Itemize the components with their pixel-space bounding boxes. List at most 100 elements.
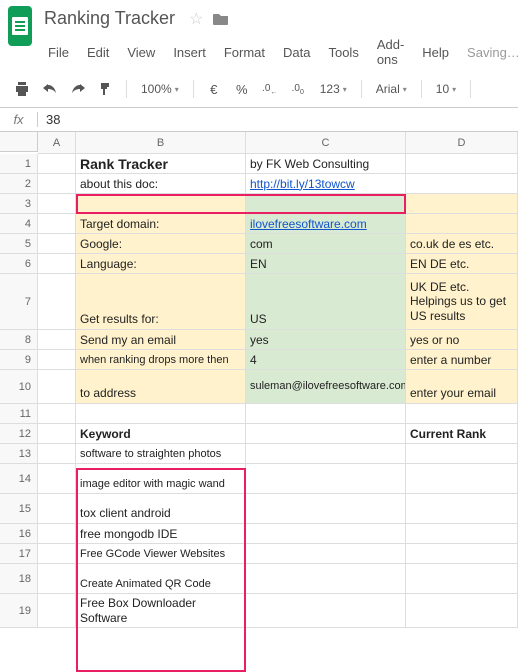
cell[interactable]: [246, 564, 406, 594]
cell[interactable]: [246, 544, 406, 564]
paint-format-icon[interactable]: [94, 77, 118, 101]
cell[interactable]: [406, 524, 518, 544]
cell[interactable]: [38, 330, 76, 350]
cell[interactable]: [406, 444, 518, 464]
cell[interactable]: enter your email: [406, 370, 518, 404]
col-header-A[interactable]: A: [38, 132, 76, 154]
print-icon[interactable]: [10, 77, 34, 101]
cell[interactable]: US: [246, 274, 406, 330]
increase-decimal-button[interactable]: .00: [286, 77, 310, 101]
cell[interactable]: Get results for:: [76, 274, 246, 330]
row-header[interactable]: 2: [0, 174, 38, 194]
cell[interactable]: [406, 564, 518, 594]
cell[interactable]: [406, 404, 518, 424]
cell[interactable]: [38, 404, 76, 424]
col-header-C[interactable]: C: [246, 132, 406, 154]
row-header[interactable]: 3: [0, 194, 38, 214]
cell[interactable]: [38, 370, 76, 404]
cell[interactable]: EN DE etc.: [406, 254, 518, 274]
formula-input[interactable]: 38: [38, 112, 518, 127]
number-format-dropdown[interactable]: 123▾: [314, 79, 353, 99]
cell[interactable]: free mongodb IDE: [76, 524, 246, 544]
cell[interactable]: [406, 464, 518, 494]
row-header[interactable]: 16: [0, 524, 38, 544]
cell[interactable]: [38, 464, 76, 494]
cell[interactable]: [38, 444, 76, 464]
cell[interactable]: [38, 494, 76, 524]
font-size-dropdown[interactable]: 10▾: [430, 79, 462, 99]
menu-addons[interactable]: Add-ons: [369, 33, 412, 71]
cell[interactable]: [406, 544, 518, 564]
cell[interactable]: Current Rank: [406, 424, 518, 444]
cell[interactable]: tox client android: [76, 494, 246, 524]
cell[interactable]: [246, 494, 406, 524]
cell[interactable]: [406, 194, 518, 214]
cell[interactable]: [38, 234, 76, 254]
row-header[interactable]: 11: [0, 404, 38, 424]
row-header[interactable]: 14: [0, 464, 38, 494]
redo-icon[interactable]: [66, 77, 90, 101]
cell[interactable]: Create Animated QR Code: [76, 564, 246, 594]
cell[interactable]: 4: [246, 350, 406, 370]
cell[interactable]: [38, 350, 76, 370]
cell[interactable]: [246, 194, 406, 214]
cell[interactable]: [246, 464, 406, 494]
cell-link[interactable]: http://bit.ly/13towcw: [246, 174, 406, 194]
cell[interactable]: [38, 564, 76, 594]
row-header[interactable]: 13: [0, 444, 38, 464]
menu-file[interactable]: File: [40, 41, 77, 64]
cell[interactable]: UK DE etc. Helpings us to get US results: [406, 274, 518, 330]
cell[interactable]: [38, 254, 76, 274]
cell[interactable]: Rank Tracker: [76, 154, 246, 174]
cell[interactable]: [246, 404, 406, 424]
row-header[interactable]: 1: [0, 154, 38, 174]
cell[interactable]: [406, 174, 518, 194]
menu-edit[interactable]: Edit: [79, 41, 117, 64]
cell[interactable]: [38, 544, 76, 564]
cell[interactable]: yes or no: [406, 330, 518, 350]
cell[interactable]: [38, 594, 76, 628]
row-header[interactable]: 7: [0, 274, 38, 330]
cell[interactable]: [406, 214, 518, 234]
cell[interactable]: [38, 174, 76, 194]
row-header[interactable]: 5: [0, 234, 38, 254]
cell[interactable]: by FK Web Consulting: [246, 154, 406, 174]
cell[interactable]: [76, 194, 246, 214]
col-header-B[interactable]: B: [76, 132, 246, 154]
cell[interactable]: software to straighten photos: [76, 444, 246, 464]
cell[interactable]: [406, 494, 518, 524]
cell[interactable]: to address: [76, 370, 246, 404]
cell[interactable]: [406, 594, 518, 628]
cell[interactable]: Send my an email: [76, 330, 246, 350]
cell[interactable]: suleman@ilovefreesoftware.com: [246, 370, 406, 404]
row-header[interactable]: 15: [0, 494, 38, 524]
cell-link[interactable]: ilovefreesoftware.com: [246, 214, 406, 234]
cell[interactable]: Free GCode Viewer Websites: [76, 544, 246, 564]
cell[interactable]: [38, 424, 76, 444]
cell[interactable]: Target domain:: [76, 214, 246, 234]
cell[interactable]: [38, 274, 76, 330]
menu-insert[interactable]: Insert: [165, 41, 214, 64]
select-all-corner[interactable]: [0, 132, 38, 152]
star-icon[interactable]: ☆: [189, 9, 203, 29]
zoom-dropdown[interactable]: 100%▾: [135, 79, 185, 99]
cell[interactable]: [76, 404, 246, 424]
menu-view[interactable]: View: [119, 41, 163, 64]
cell[interactable]: co.uk de es etc.: [406, 234, 518, 254]
percent-button[interactable]: %: [230, 77, 254, 101]
row-header[interactable]: 4: [0, 214, 38, 234]
cell[interactable]: [406, 154, 518, 174]
cell[interactable]: Language:: [76, 254, 246, 274]
cell[interactable]: image editor with magic wand: [76, 464, 246, 494]
row-header[interactable]: 17: [0, 544, 38, 564]
cell[interactable]: [38, 524, 76, 544]
row-header[interactable]: 19: [0, 594, 38, 628]
undo-icon[interactable]: [38, 77, 62, 101]
spreadsheet-grid[interactable]: A B C D 1 Rank Tracker by FK Web Consult…: [0, 132, 518, 628]
decrease-decimal-button[interactable]: .0←: [258, 77, 282, 101]
cell[interactable]: [38, 214, 76, 234]
cell[interactable]: [246, 594, 406, 628]
row-header[interactable]: 12: [0, 424, 38, 444]
cell[interactable]: Keyword: [76, 424, 246, 444]
cell[interactable]: EN: [246, 254, 406, 274]
